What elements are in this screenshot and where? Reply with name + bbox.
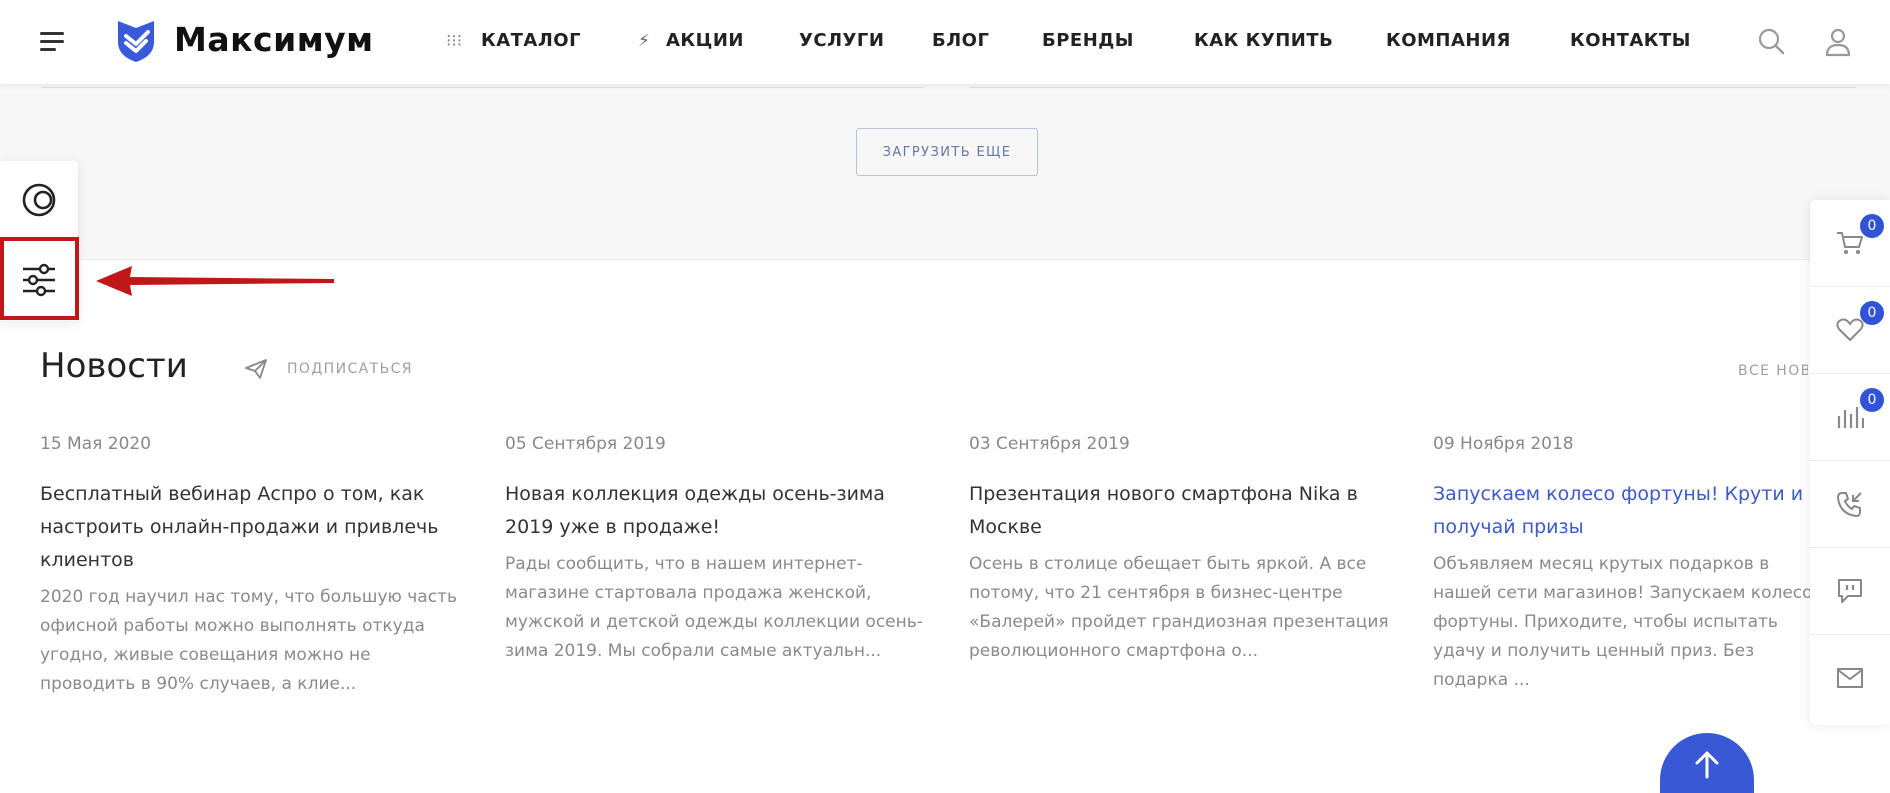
pointer-arrow-icon [96,266,334,296]
subscribe-link[interactable]: ПОДПИСАТЬСЯ [287,361,413,377]
nav-item-catalog[interactable]: КАТАЛОГ [481,30,581,51]
phone-incoming-icon [1837,492,1862,517]
news-item: 09 Ноября 2018 Запускаем колесо фортуны!… [1433,434,1813,695]
logo-shield-icon[interactable] [114,18,158,64]
nav-item-services[interactable]: УСЛУГИ [799,30,884,51]
nav-item-company[interactable]: КОМПАНИЯ [1386,30,1511,51]
theme-switch-button[interactable] [0,161,78,239]
news-date: 09 Ноября 2018 [1433,434,1574,454]
email-button[interactable] [1810,635,1890,721]
news-title-link[interactable]: Бесплатный вебинар Аспро о том, как наст… [40,478,460,577]
news-title-link[interactable]: Новая коллекция одежды осень-зима 2019 у… [505,478,925,544]
load-more-button[interactable]: ЗАГРУЗИТЬ ЕЩЕ [856,128,1038,176]
scroll-to-top-button[interactable] [1660,733,1754,793]
nav-item-brands[interactable]: БРЕНДЫ [1042,30,1134,51]
theme-circles-icon [22,183,56,217]
highlight-frame [0,237,79,320]
news-excerpt: 2020 год научил нас тому, что большую ча… [40,587,457,694]
callback-button[interactable] [1810,461,1890,548]
cart-icon [1837,232,1863,254]
news-item: 03 Сентября 2019 Презентация нового смар… [969,434,1389,666]
site-header: Максимум ⁝⁝⁝ КАТАЛОГ ⚡ АКЦИИ УСЛУГИ БЛОГ… [0,0,1890,84]
nav-item-sales[interactable]: АКЦИИ [666,30,744,51]
paper-plane-icon[interactable] [244,358,268,380]
card-edge [970,84,1856,88]
nav-item-contacts[interactable]: КОНТАКТЫ [1570,30,1691,51]
news-excerpt: Рады сообщить, что в нашем интернет-мага… [505,554,923,661]
news-item: 15 Мая 2020 Бесплатный вебинар Аспро о т… [40,434,460,699]
news-title-link[interactable]: Запускаем колесо фортуны! Крути и получа… [1433,478,1813,544]
compare-count-badge: 0 [1860,388,1884,412]
burger-menu-icon[interactable] [40,32,64,52]
right-floating-panel: 0 0 0 [1810,200,1890,725]
cart-count-badge: 0 [1860,214,1884,238]
news-excerpt: Осень в столице обещает быть яркой. А вс… [969,554,1389,661]
grid-dots-icon: ⁝⁝⁝ [446,31,463,51]
chat-bubble-icon [1838,579,1862,603]
news-item: 05 Сентября 2019 Новая коллекция одежды … [505,434,925,666]
arrow-up-icon [1695,751,1719,779]
news-date: 05 Сентября 2019 [505,434,666,454]
search-icon[interactable] [1757,27,1785,55]
favorites-count-badge: 0 [1860,301,1884,325]
nav-item-how-to-buy[interactable]: КАК КУПИТЬ [1194,30,1333,51]
card-edge [42,84,924,88]
news-excerpt: Объявляем месяц крутых подарков в нашей … [1433,554,1813,690]
news-date: 03 Сентября 2019 [969,434,1130,454]
cart-button[interactable]: 0 [1810,200,1890,287]
feedback-button[interactable] [1810,548,1890,635]
compare-button[interactable]: 0 [1810,374,1890,461]
heart-icon [1836,318,1864,342]
news-section-title: Новости [40,346,188,386]
logo-text[interactable]: Максимум [174,20,374,59]
lightning-icon: ⚡ [638,31,650,51]
favorites-button[interactable]: 0 [1810,287,1890,374]
user-icon[interactable] [1825,27,1851,57]
all-news-link[interactable]: ВСЕ НОВОСТИ [1738,363,1808,379]
nav-item-blog[interactable]: БЛОГ [932,30,989,51]
envelope-icon [1837,668,1863,688]
compare-bars-icon [1837,407,1864,428]
news-title-link[interactable]: Презентация нового смартфона Nika в Моск… [969,478,1389,544]
news-date: 15 Мая 2020 [40,434,152,454]
